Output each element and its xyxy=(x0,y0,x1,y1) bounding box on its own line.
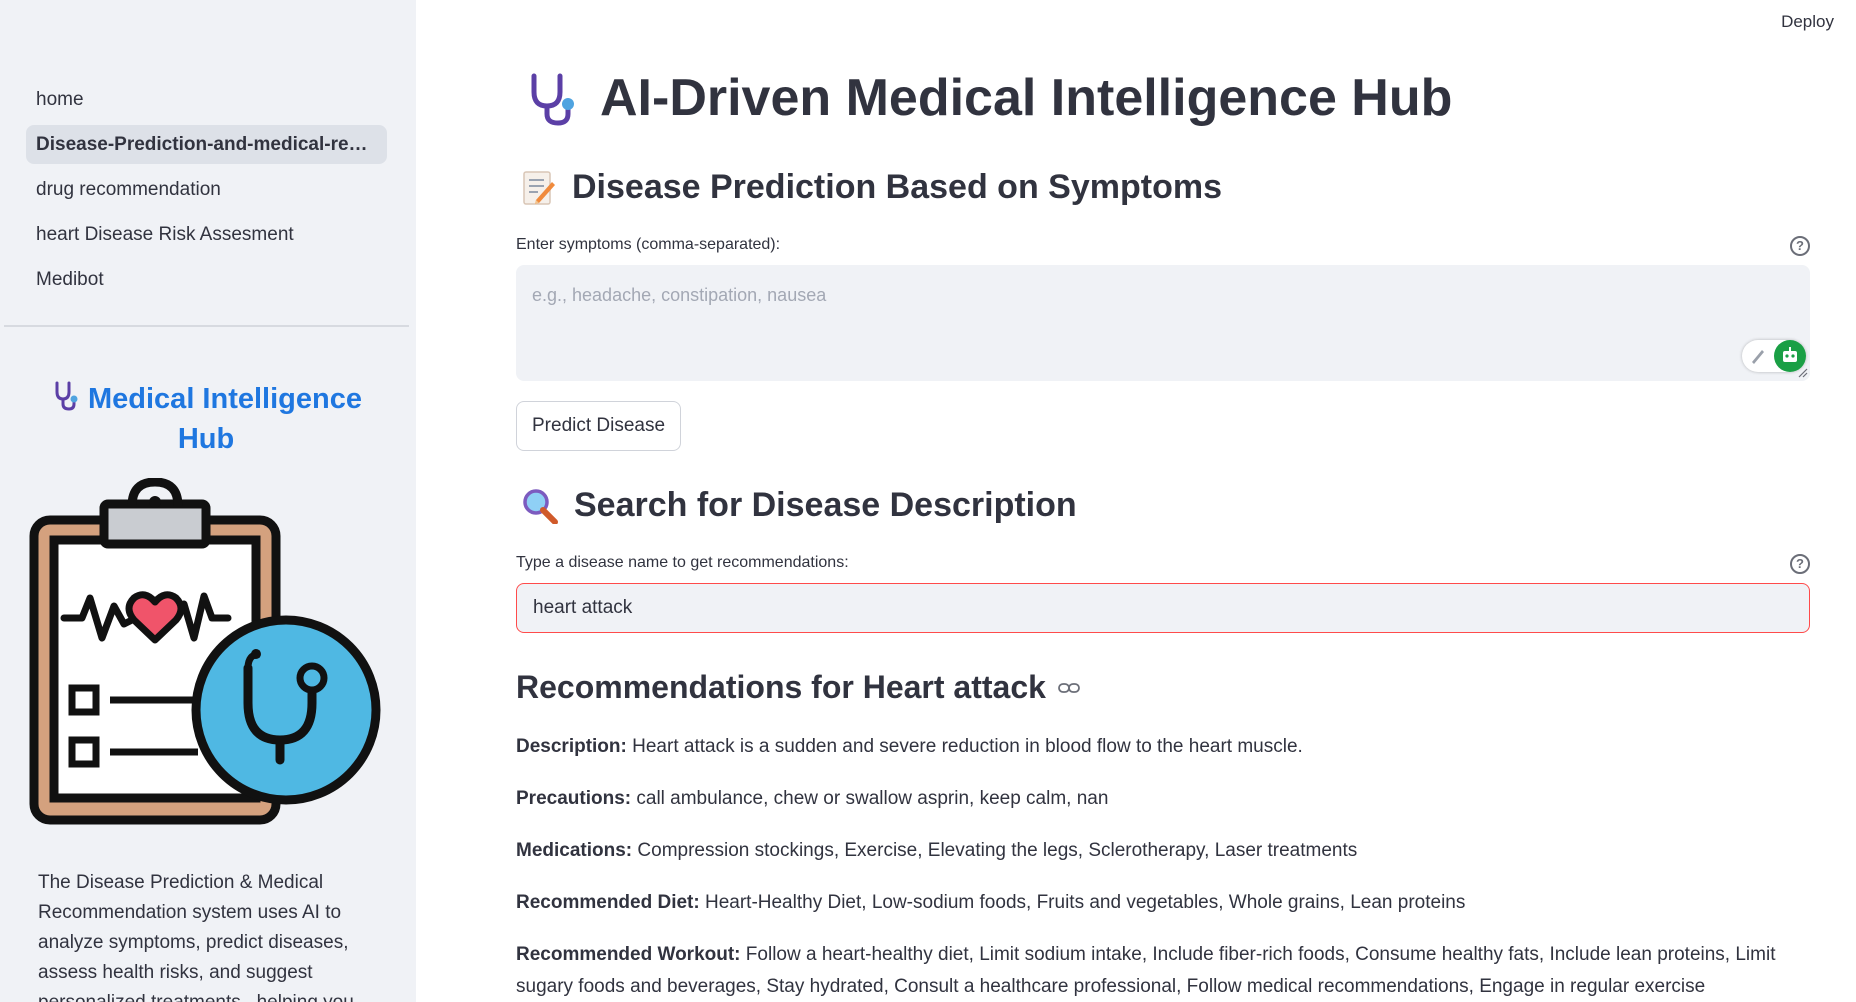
search-label-row: Type a disease name to get recommendatio… xyxy=(516,554,1810,578)
search-heading: Search for Disease Description xyxy=(522,486,1077,525)
symptoms-label-row: Enter symptoms (comma-separated): ? xyxy=(516,236,1810,260)
rec-text: call ambulance, chew or swallow asprin, … xyxy=(636,788,1109,809)
sidebar-item-heart-disease[interactable]: heart Disease Risk Assesment xyxy=(26,215,387,254)
sidebar-nav: home Disease-Prediction-and-medical-reco… xyxy=(26,80,387,305)
sidebar-divider xyxy=(4,325,409,327)
rec-text: Compression stockings, Exercise, Elevati… xyxy=(637,840,1358,861)
rec-text: Heart attack is a sudden and severe redu… xyxy=(632,736,1303,757)
page-title: AI-Driven Medical Intelligence Hub xyxy=(522,68,1452,128)
help-icon[interactable]: ? xyxy=(1790,236,1810,256)
rec-label: Recommended Diet: xyxy=(516,892,700,913)
sidebar-brand: Medical Intelligence Hub xyxy=(30,380,382,457)
help-icon[interactable]: ? xyxy=(1790,554,1810,574)
deploy-button[interactable]: Deploy xyxy=(1781,12,1834,32)
rec-text: Heart-Healthy Diet, Low-sodium foods, Fr… xyxy=(704,892,1466,913)
search-label: Type a disease name to get recommendatio… xyxy=(516,554,849,571)
pen-icon[interactable] xyxy=(1748,346,1768,371)
clipboard-stethoscope-illustration xyxy=(28,477,388,833)
brand-title-line2: Hub xyxy=(177,423,235,455)
symptoms-textarea[interactable] xyxy=(516,265,1810,381)
page-title-text: AI-Driven Medical Intelligence Hub xyxy=(600,69,1453,127)
link-icon[interactable] xyxy=(1058,681,1080,695)
textarea-extension-toolbar xyxy=(1742,340,1806,372)
brand-title-line1: Medical Intelligence xyxy=(88,383,362,416)
sidebar-item-medibot[interactable]: Medibot xyxy=(26,260,387,299)
stethoscope-icon xyxy=(531,73,574,126)
disease-search-input[interactable] xyxy=(516,583,1810,633)
rec-label: Description: xyxy=(516,736,627,757)
recommendations-title: Recommendations for Heart attack xyxy=(516,669,1080,706)
sidebar-item-disease-prediction[interactable]: Disease-Prediction-and-medical-reco... xyxy=(26,125,387,164)
rec-label: Precautions: xyxy=(516,788,632,809)
sidebar: home Disease-Prediction-and-medical-reco… xyxy=(0,0,416,1002)
resize-grip-icon[interactable] xyxy=(1798,368,1808,378)
memo-icon xyxy=(523,170,555,205)
rec-medications: Medications: Compression stockings, Exer… xyxy=(516,835,1810,867)
magnifying-glass-icon xyxy=(523,488,558,524)
sidebar-about-text: The Disease Prediction & Medical Recomme… xyxy=(38,872,354,1002)
symptoms-label: Enter symptoms (comma-separated): xyxy=(516,236,781,253)
prediction-heading: Disease Prediction Based on Symptoms xyxy=(522,168,1222,207)
rec-diet: Recommended Diet: Heart-Healthy Diet, Lo… xyxy=(516,887,1810,919)
recommendations-title-text: Recommendations for Heart attack xyxy=(516,669,1046,705)
sidebar-item-home[interactable]: home xyxy=(26,80,387,119)
sidebar-item-drug-recommendation[interactable]: drug recommendation xyxy=(26,170,387,209)
rec-label: Recommended Workout: xyxy=(516,944,741,965)
rec-workout: Recommended Workout: Follow a heart-heal… xyxy=(516,939,1810,1002)
rec-label: Medications: xyxy=(516,840,633,861)
search-heading-text: Search for Disease Description xyxy=(574,486,1077,524)
rec-precautions: Precautions: call ambulance, chew or swa… xyxy=(516,783,1810,815)
stethoscope-icon xyxy=(50,380,82,421)
predict-disease-button[interactable]: Predict Disease xyxy=(516,401,682,451)
prediction-heading-text: Disease Prediction Based on Symptoms xyxy=(572,168,1222,206)
rec-description: Description: Heart attack is a sudden an… xyxy=(516,731,1810,763)
